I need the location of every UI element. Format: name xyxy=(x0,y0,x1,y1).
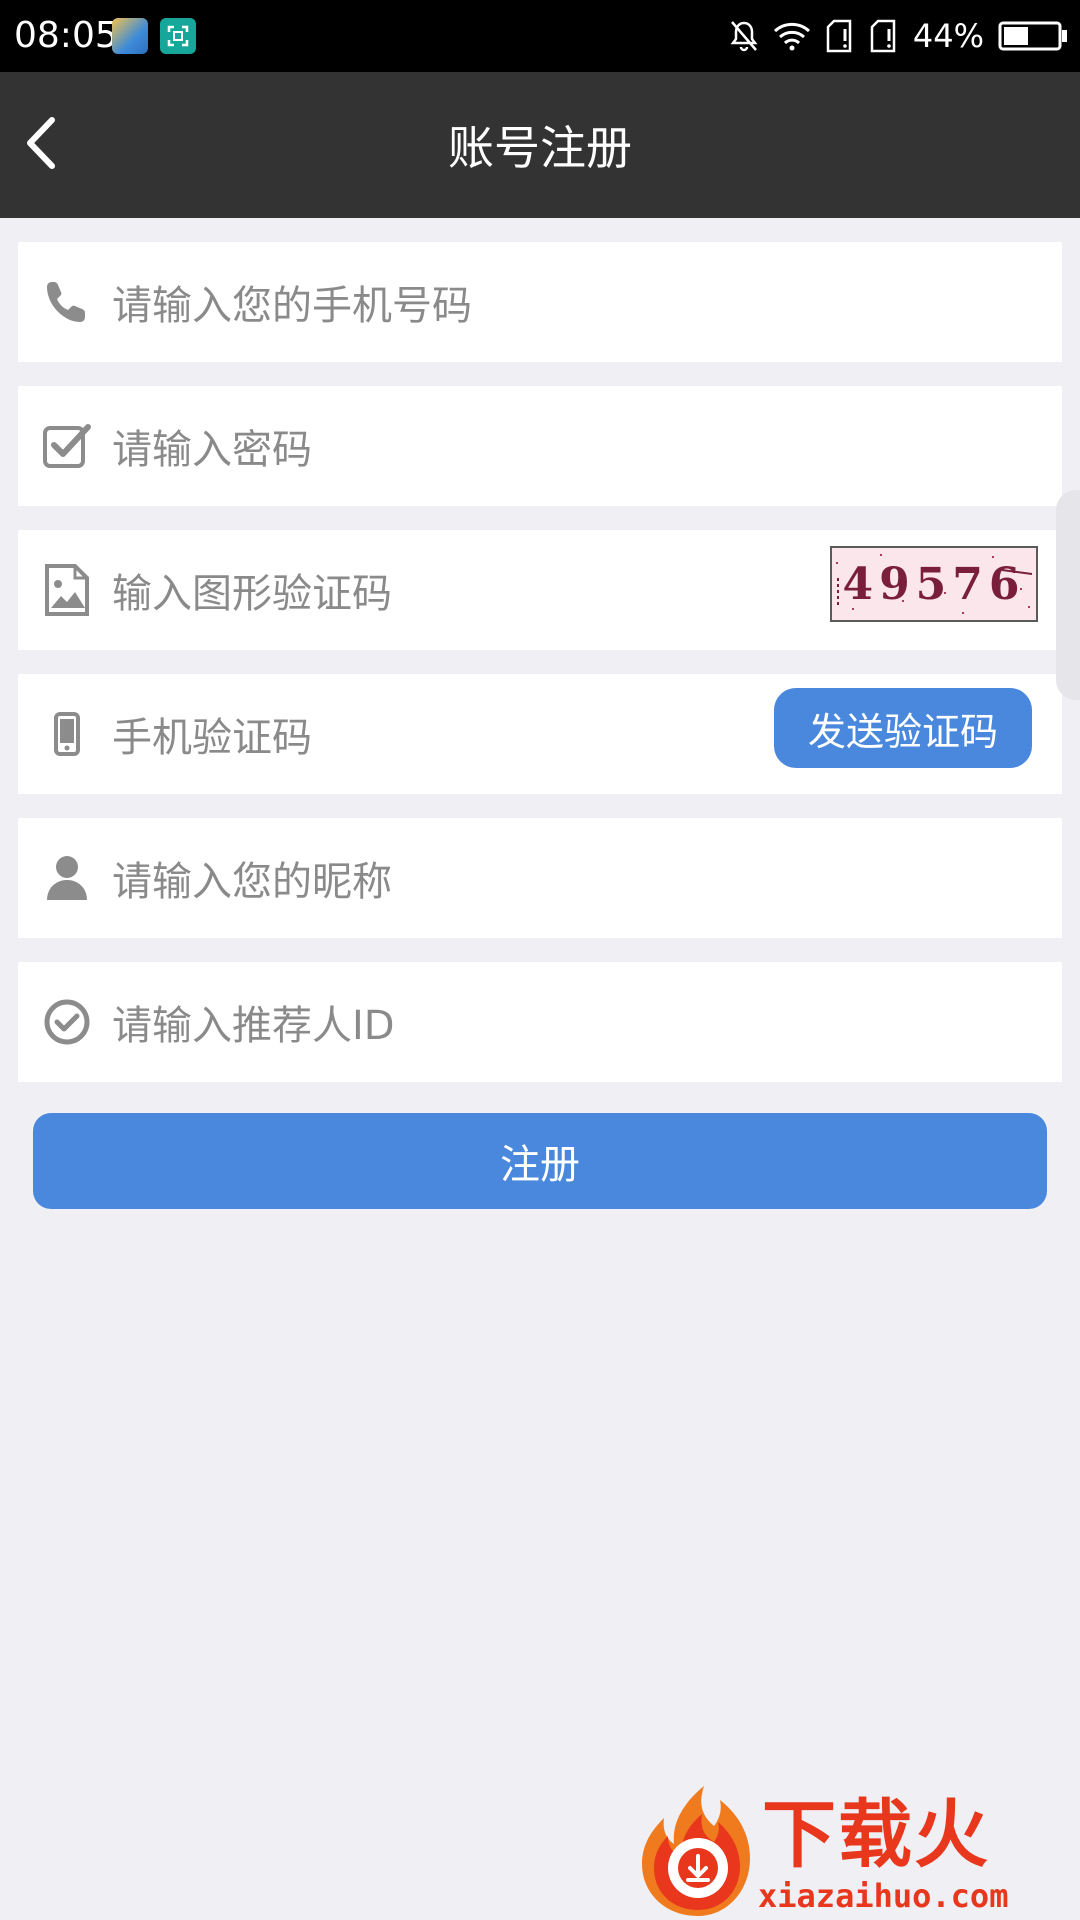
captcha-image[interactable]: 49576 xyxy=(830,546,1038,622)
flame-logo-icon xyxy=(642,1786,750,1916)
phone-icon xyxy=(42,277,92,327)
floating-side-handle[interactable] xyxy=(1056,490,1080,700)
image-icon xyxy=(42,564,92,616)
wifi-icon xyxy=(773,21,811,51)
back-button[interactable] xyxy=(10,110,70,180)
status-right-group: 44% xyxy=(729,14,1068,58)
register-button[interactable]: 注册 xyxy=(33,1113,1047,1209)
status-time: 08:05 xyxy=(14,15,118,56)
check-circle-icon xyxy=(42,997,92,1047)
image-captcha-row[interactable]: 输入图形验证码 49576 xyxy=(18,530,1062,650)
phone-input[interactable]: 请输入您的手机号码 xyxy=(112,242,472,362)
captcha-text: 49576 xyxy=(842,558,1026,610)
watermark-brand: 下载火 xyxy=(762,1791,990,1878)
weather-app-icon xyxy=(112,18,148,54)
password-row[interactable]: 请输入密码 xyxy=(18,386,1062,506)
nav-bar: 账号注册 xyxy=(0,72,1080,218)
nickname-row[interactable]: 请输入您的昵称 xyxy=(18,818,1062,938)
user-icon xyxy=(42,853,92,903)
screenshot-app-icon xyxy=(160,18,196,54)
checkbox-icon xyxy=(42,421,92,471)
nickname-input[interactable]: 请输入您的昵称 xyxy=(112,818,392,938)
watermark: 下载火 xiazaihuo.com xyxy=(636,1780,1080,1920)
bell-off-icon xyxy=(729,19,759,53)
sms-code-input[interactable]: 手机验证码 xyxy=(112,674,312,794)
sim2-icon xyxy=(869,19,899,53)
referrer-input[interactable]: 请输入推荐人ID xyxy=(112,962,395,1082)
password-input[interactable]: 请输入密码 xyxy=(112,386,312,506)
send-code-button[interactable]: 发送验证码 xyxy=(774,688,1032,768)
sim1-icon xyxy=(825,19,855,53)
page-title: 账号注册 xyxy=(448,121,632,175)
image-captcha-input[interactable]: 输入图形验证码 xyxy=(112,530,392,650)
referrer-row[interactable]: 请输入推荐人ID xyxy=(18,962,1062,1082)
battery-percent: 44% xyxy=(912,17,984,55)
sms-code-row[interactable]: 手机验证码 发送验证码 xyxy=(18,674,1062,794)
mobile-icon xyxy=(42,709,92,759)
watermark-url: xiazaihuo.com xyxy=(758,1877,1009,1915)
battery-icon xyxy=(998,20,1068,52)
chevron-left-icon xyxy=(22,116,58,174)
phone-row[interactable]: 请输入您的手机号码 xyxy=(18,242,1062,362)
status-bar: 08:05 44% xyxy=(0,0,1080,72)
